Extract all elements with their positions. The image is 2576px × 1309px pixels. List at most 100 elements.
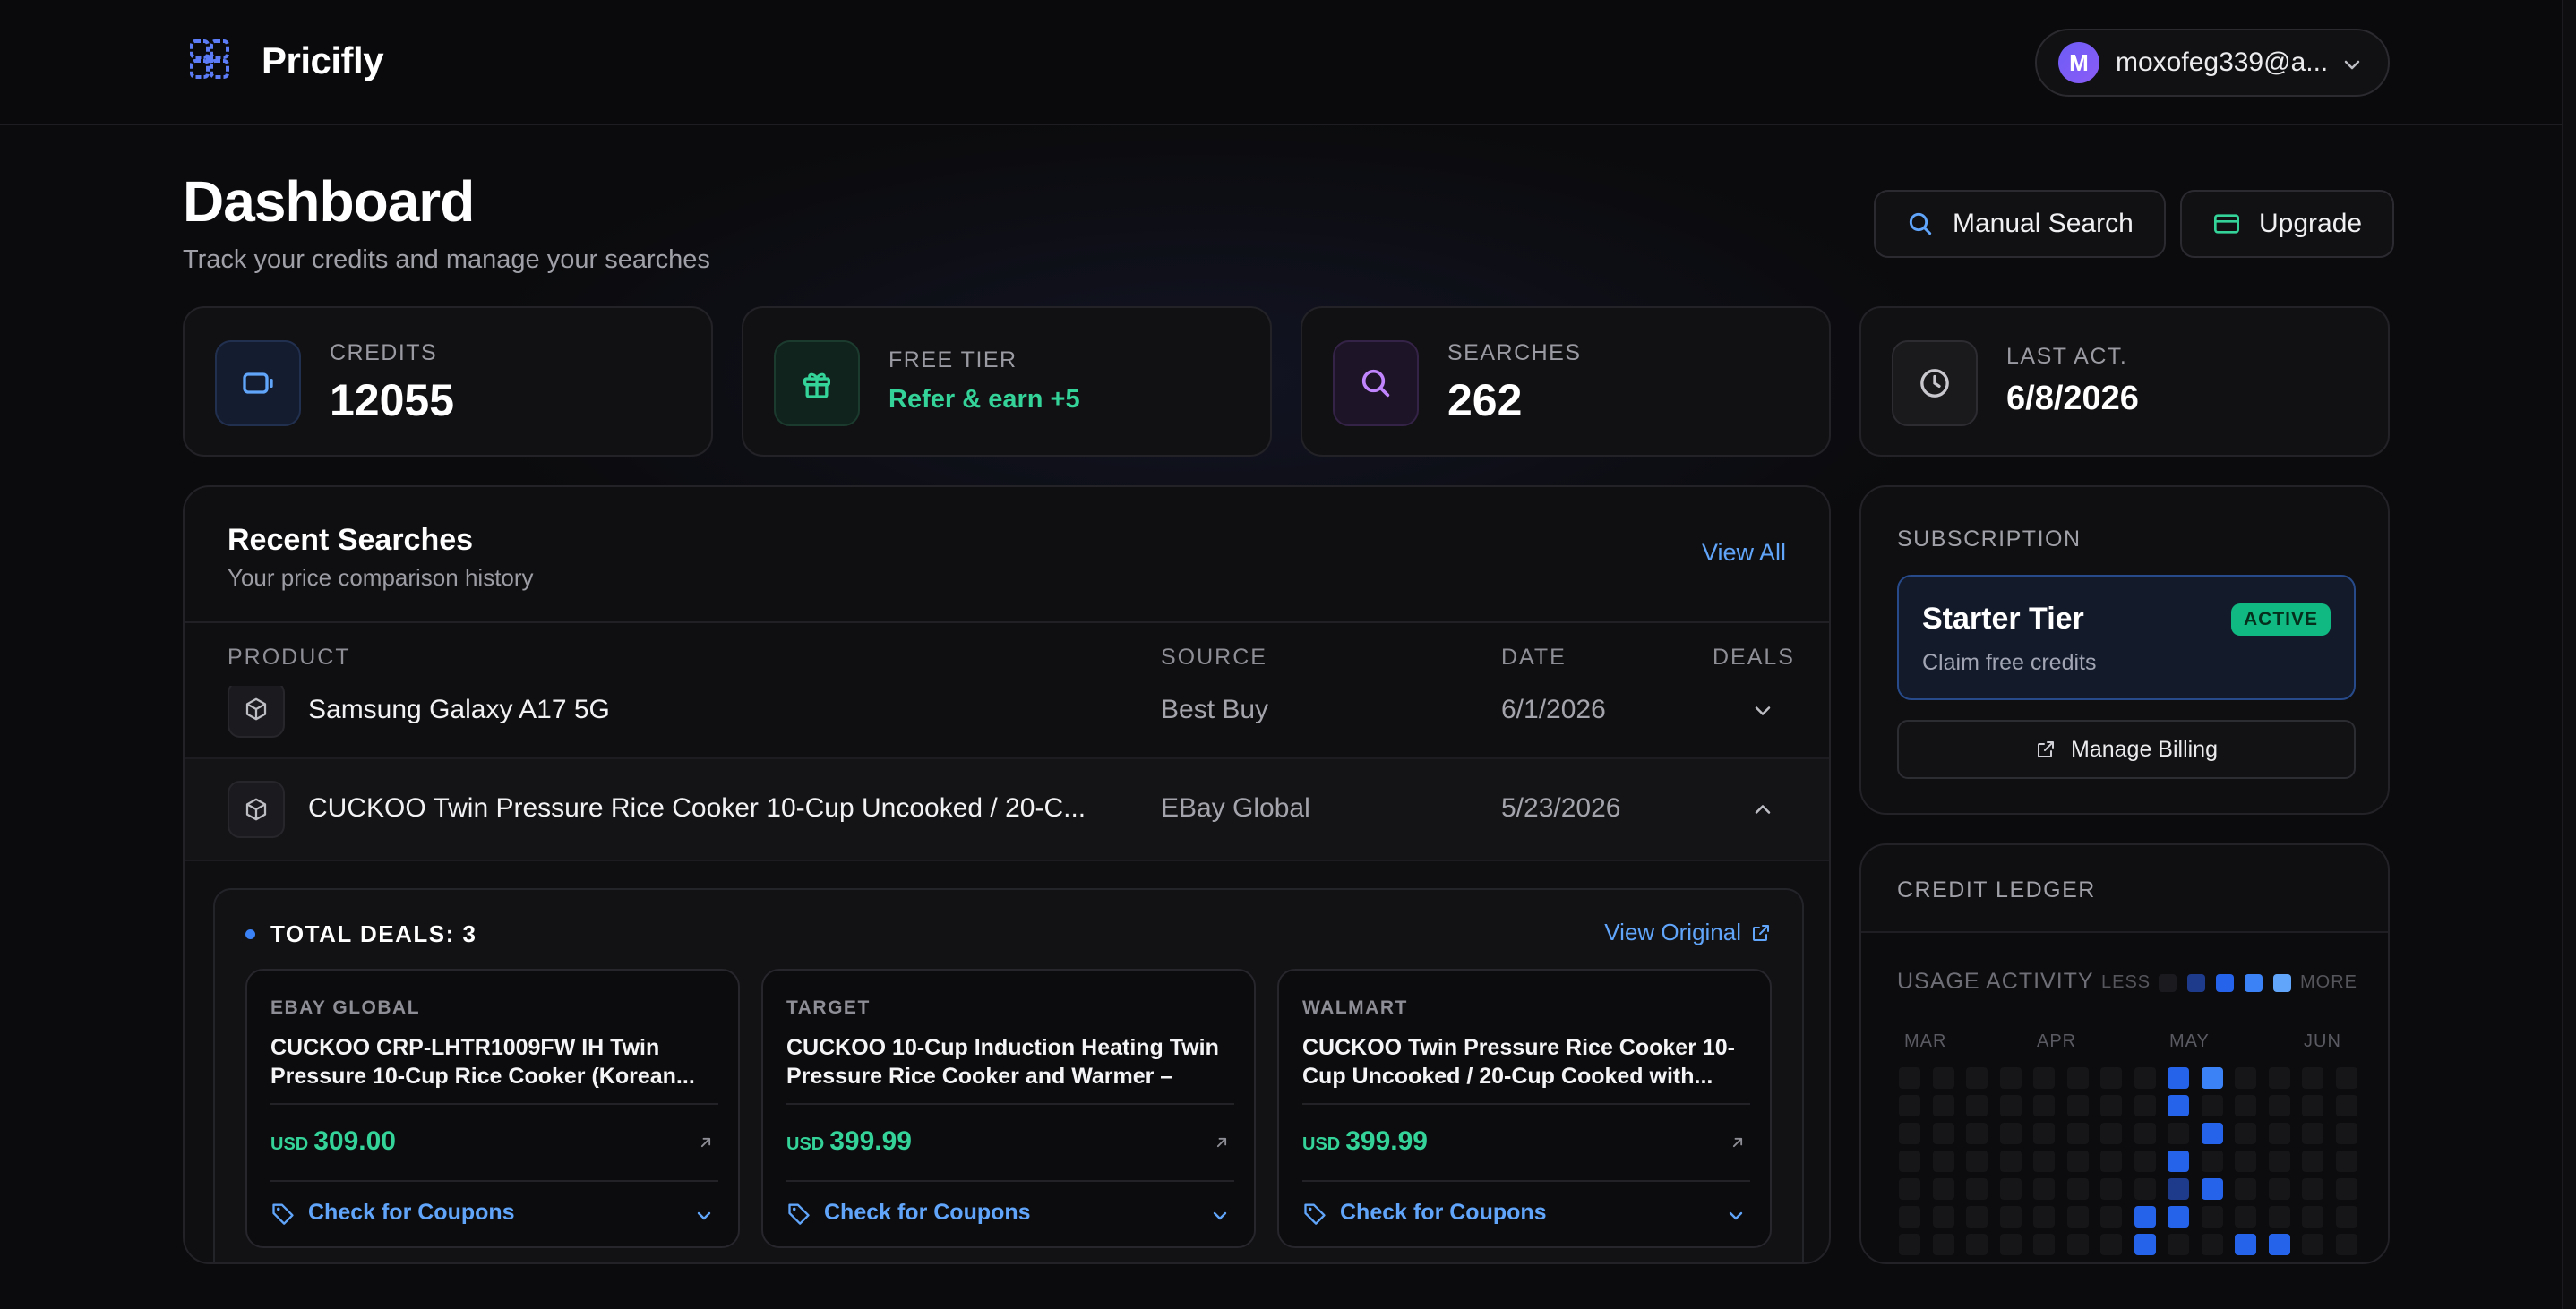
heatmap-cell[interactable] (2168, 1206, 2189, 1228)
heatmap-cell[interactable] (2168, 1178, 2189, 1200)
brand-name[interactable]: Pricifly (262, 39, 384, 82)
heatmap-cell[interactable] (1899, 1123, 1920, 1144)
scrollbar[interactable] (2562, 0, 2576, 1309)
heatmap-cell[interactable] (2201, 1206, 2223, 1228)
heatmap-cell[interactable] (2335, 1178, 2357, 1200)
heatmap-cell[interactable] (2235, 1151, 2256, 1172)
heatmap-cell[interactable] (1932, 1178, 1954, 1200)
heatmap-cell[interactable] (1966, 1234, 1988, 1255)
heatmap-cell[interactable] (2201, 1067, 2223, 1089)
heatmap-cell[interactable] (1966, 1151, 1988, 1172)
heatmap-cell[interactable] (2235, 1095, 2256, 1116)
heatmap-cell[interactable] (1932, 1123, 1954, 1144)
heatmap-cell[interactable] (2335, 1206, 2357, 1228)
heatmap-cell[interactable] (2335, 1151, 2357, 1172)
heatmap-cell[interactable] (2066, 1095, 2089, 1116)
heatmap-cell[interactable] (2033, 1095, 2055, 1116)
heatmap-cell[interactable] (2100, 1151, 2122, 1172)
heatmap-cell[interactable] (1999, 1151, 2022, 1172)
heatmap-cell[interactable] (2235, 1234, 2256, 1255)
heatmap-cell[interactable] (2100, 1095, 2122, 1116)
heatmap-cell[interactable] (1932, 1067, 1954, 1089)
heatmap-cell[interactable] (2235, 1123, 2256, 1144)
heatmap-cell[interactable] (2033, 1151, 2055, 1172)
deal-card[interactable]: TARGET CUCKOO 10-Cup Induction Heating T… (761, 969, 1256, 1248)
heatmap-cell[interactable] (2302, 1151, 2323, 1172)
heatmap-cell[interactable] (2302, 1234, 2323, 1255)
check-coupons-button[interactable]: Check for Coupons (1302, 1200, 1547, 1226)
heatmap-cell[interactable] (2235, 1178, 2256, 1200)
heatmap-cell[interactable] (2268, 1234, 2290, 1255)
heatmap-cell[interactable] (1932, 1206, 1954, 1228)
heatmap-cell[interactable] (2168, 1095, 2189, 1116)
heatmap-cell[interactable] (2268, 1067, 2290, 1089)
heatmap-cell[interactable] (2201, 1151, 2223, 1172)
heatmap-cell[interactable] (2033, 1234, 2055, 1255)
heatmap-cell[interactable] (1899, 1151, 1920, 1172)
heatmap-cell[interactable] (2168, 1151, 2189, 1172)
heatmap-cell[interactable] (2302, 1067, 2323, 1089)
heatmap-cell[interactable] (2302, 1178, 2323, 1200)
heatmap-cell[interactable] (1966, 1095, 1988, 1116)
chevron-down-icon[interactable] (1750, 698, 1775, 723)
heatmap-cell[interactable] (2100, 1234, 2122, 1255)
deal-card[interactable]: WALMART CUCKOO Twin Pressure Rice Cooker… (1277, 969, 1772, 1248)
heatmap-cell[interactable] (2100, 1067, 2122, 1089)
upgrade-button[interactable]: Upgrade (2180, 190, 2395, 258)
heatmap-cell[interactable] (1899, 1206, 1920, 1228)
heatmap-cell[interactable] (2033, 1123, 2055, 1144)
stat-card-free-tier[interactable]: FREE TIER Refer & earn +5 (742, 306, 1272, 457)
heatmap-cell[interactable] (1899, 1067, 1920, 1089)
heatmap-cell[interactable] (2134, 1206, 2156, 1228)
heatmap-cell[interactable] (1899, 1095, 1920, 1116)
heatmap-cell[interactable] (2134, 1095, 2156, 1116)
heatmap-cell[interactable] (2235, 1206, 2256, 1228)
heatmap-cell[interactable] (1966, 1178, 1988, 1200)
heatmap-cell[interactable] (1966, 1206, 1988, 1228)
heatmap-cell[interactable] (1999, 1234, 2022, 1255)
view-original-link[interactable]: View Original (1604, 919, 1772, 946)
heatmap-cell[interactable] (2100, 1178, 2122, 1200)
heatmap-cell[interactable] (1999, 1206, 2022, 1228)
refer-earn-link[interactable]: Refer & earn +5 (889, 385, 1080, 415)
heatmap-cell[interactable] (2302, 1095, 2323, 1116)
heatmap-cell[interactable] (2335, 1095, 2357, 1116)
heatmap-cell[interactable] (2201, 1234, 2223, 1255)
manage-billing-button[interactable]: Manage Billing (1897, 720, 2356, 779)
heatmap-cell[interactable] (2235, 1067, 2256, 1089)
heatmap-cell[interactable] (2268, 1178, 2290, 1200)
heatmap-cell[interactable] (1999, 1067, 2022, 1089)
table-row[interactable]: CUCKOO Twin Pressure Rice Cooker 10-Cup … (185, 759, 1829, 860)
arrow-up-right-icon[interactable] (1729, 1134, 1747, 1151)
heatmap-cell[interactable] (2134, 1067, 2156, 1089)
chevron-down-icon[interactable] (693, 1205, 715, 1227)
heatmap-cell[interactable] (1966, 1067, 1988, 1089)
heatmap-cell[interactable] (1999, 1123, 2022, 1144)
heatmap-cell[interactable] (2302, 1206, 2323, 1228)
user-menu[interactable]: M moxofeg339@a... (2035, 29, 2390, 97)
heatmap-cell[interactable] (2066, 1178, 2089, 1200)
view-all-link[interactable]: View All (1702, 539, 1786, 567)
heatmap-cell[interactable] (1932, 1095, 1954, 1116)
heatmap-cell[interactable] (2201, 1123, 2223, 1144)
heatmap-cell[interactable] (2268, 1123, 2290, 1144)
deal-card[interactable]: EBAY GLOBAL CUCKOO CRP-LHTR1009FW IH Twi… (245, 969, 740, 1248)
heatmap-cell[interactable] (2168, 1123, 2189, 1144)
chevron-down-icon[interactable] (1725, 1205, 1747, 1227)
chevron-up-icon[interactable] (1750, 797, 1775, 822)
heatmap-cell[interactable] (2302, 1123, 2323, 1144)
table-row[interactable]: Samsung Galaxy A17 5G Best Buy 6/1/2026 (185, 686, 1829, 749)
heatmap-cell[interactable] (1932, 1234, 1954, 1255)
heatmap-cell[interactable] (1899, 1178, 1920, 1200)
arrow-up-right-icon[interactable] (1213, 1134, 1231, 1151)
heatmap-cell[interactable] (2335, 1067, 2357, 1089)
heatmap-cell[interactable] (2134, 1234, 2156, 1255)
heatmap-cell[interactable] (2201, 1178, 2223, 1200)
heatmap-cell[interactable] (2033, 1206, 2055, 1228)
heatmap-cell[interactable] (1932, 1151, 1954, 1172)
heatmap-cell[interactable] (1999, 1178, 2022, 1200)
heatmap-cell[interactable] (2268, 1151, 2290, 1172)
heatmap-cell[interactable] (2134, 1178, 2156, 1200)
heatmap-cell[interactable] (2066, 1151, 2089, 1172)
heatmap-cell[interactable] (1899, 1234, 1920, 1255)
